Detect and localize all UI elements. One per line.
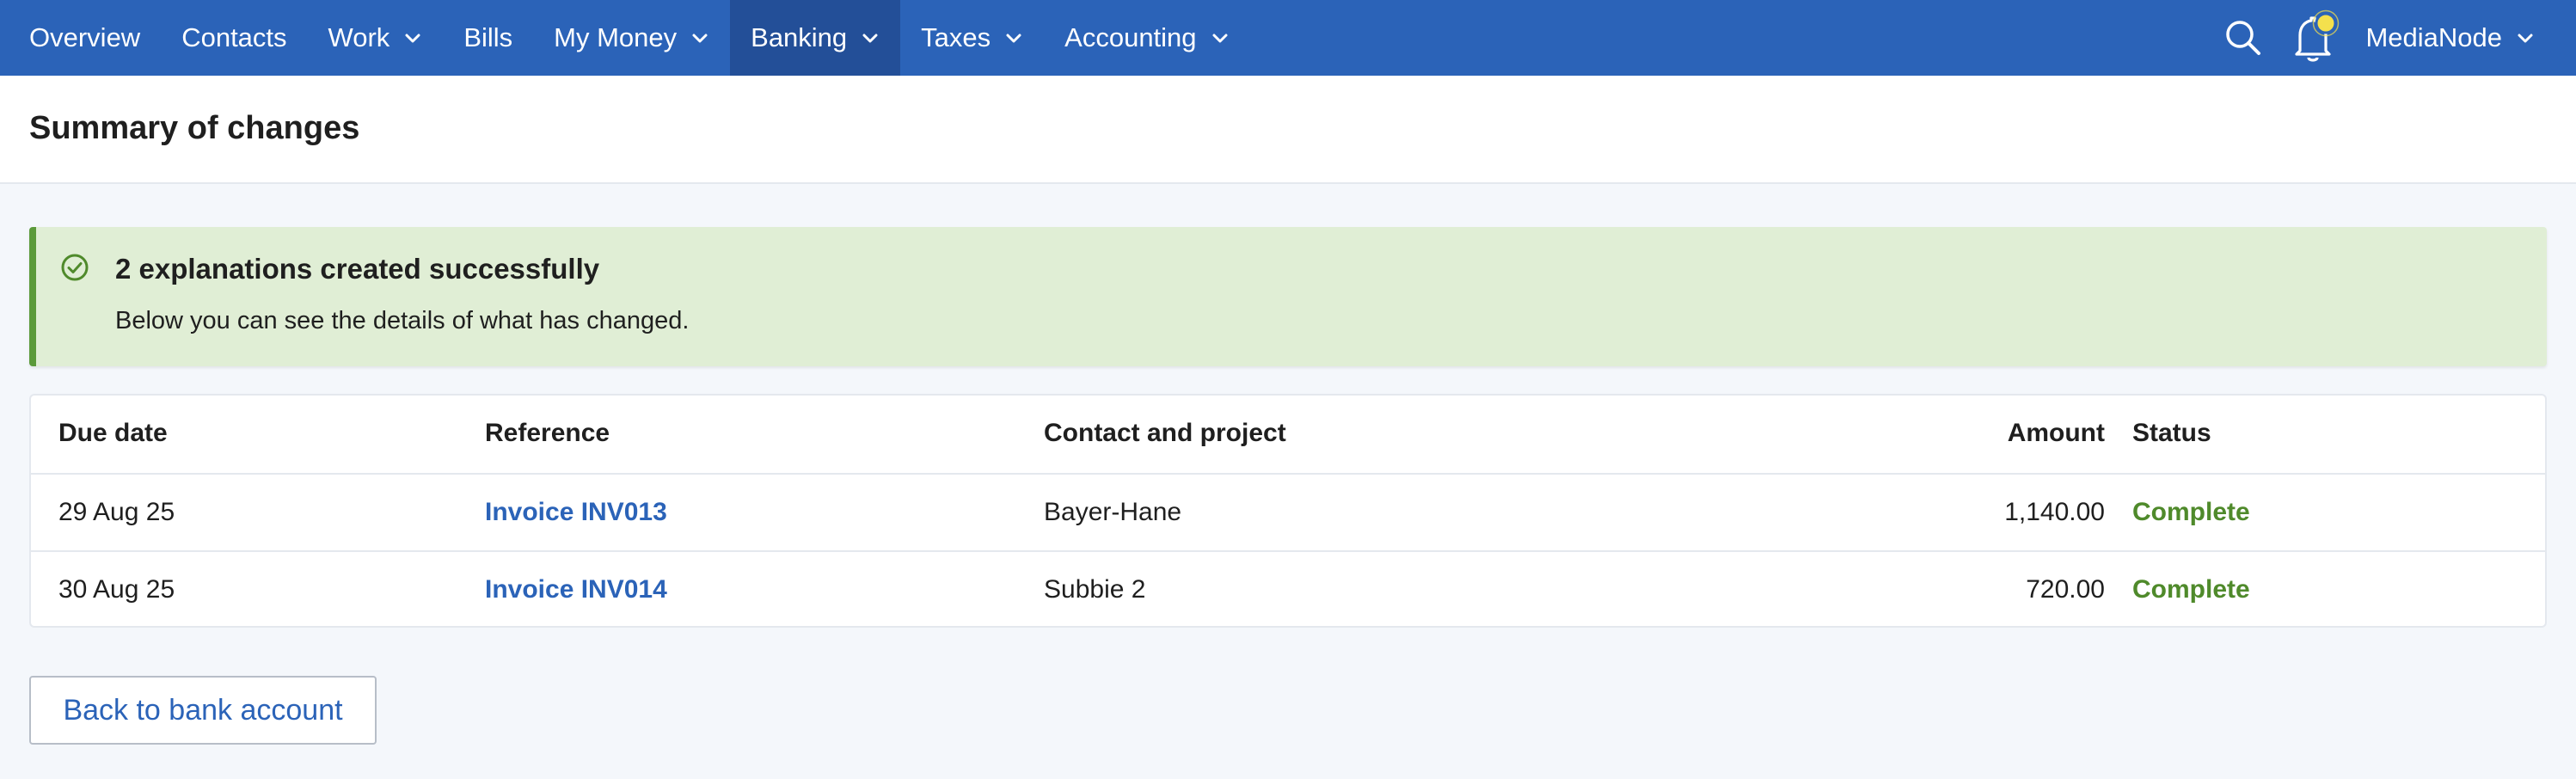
header-due-date[interactable]: Due date: [58, 396, 168, 471]
header-reference[interactable]: Reference: [485, 396, 610, 471]
nav-item-banking[interactable]: Banking: [730, 0, 901, 76]
alert-title: 2 explanations created successfully: [115, 253, 600, 285]
nav-item-label: Taxes: [921, 22, 991, 52]
back-to-bank-account-button[interactable]: Back to bank account: [29, 676, 377, 745]
nav-item-work[interactable]: Work: [308, 0, 444, 76]
nav-item-bills[interactable]: Bills: [443, 0, 533, 76]
search-icon: [2226, 21, 2261, 55]
top-navigation-bar: Overview Contacts Work Bills My Money Ba…: [0, 0, 2576, 76]
contact-cell: Bayer-Hane: [1044, 498, 1182, 526]
status-badge: Complete: [2132, 575, 2250, 604]
nav-item-my-money[interactable]: My Money: [533, 0, 730, 76]
page-title: Summary of changes: [29, 110, 360, 146]
nav-utilities: MediaNode: [2217, 0, 2576, 76]
status-badge: Complete: [2132, 498, 2250, 526]
chevron-down-icon: [405, 34, 420, 43]
header-status[interactable]: Status: [2132, 396, 2211, 471]
nav-item-overview[interactable]: Overview: [9, 0, 161, 76]
invoice-link[interactable]: Invoice INV014: [485, 552, 667, 628]
table-row: 29 Aug 25 Invoice INV013 Bayer-Hane 1,14…: [31, 473, 2545, 550]
table-header-row: Due date Reference Contact and project A…: [31, 396, 2545, 473]
nav-item-label: Accounting: [1064, 22, 1197, 52]
bell-icon: [2295, 9, 2340, 62]
amount-cell: 720.00: [2026, 575, 2105, 604]
nav-item-contacts[interactable]: Contacts: [161, 0, 307, 76]
contact-cell: Subbie 2: [1044, 575, 1146, 604]
header-contact-and-project[interactable]: Contact and project: [1044, 396, 1286, 471]
chevron-down-icon: [862, 34, 878, 43]
due-date-cell: 29 Aug 25: [58, 498, 175, 526]
nav-item-label: Work: [328, 22, 390, 52]
nav-item-label: Contacts: [181, 22, 287, 52]
search-button[interactable]: [2217, 0, 2269, 76]
success-alert: 2 explanations created successfully Belo…: [29, 227, 2547, 366]
account-menu[interactable]: MediaNode: [2340, 0, 2576, 76]
page-header: Summary of changes: [0, 76, 2576, 184]
chevron-down-icon: [2518, 34, 2533, 43]
invoice-link[interactable]: Invoice INV013: [485, 475, 667, 550]
nav-item-label: Bills: [463, 22, 513, 52]
notifications-button[interactable]: [2288, 0, 2340, 76]
nav-item-label: Banking: [751, 22, 848, 52]
nav-item-label: Overview: [29, 22, 141, 52]
header-amount[interactable]: Amount: [2008, 396, 2105, 471]
table-row: 30 Aug 25 Invoice INV014 Subbie 2 720.00…: [31, 550, 2545, 628]
account-name: MediaNode: [2365, 22, 2502, 52]
due-date-cell: 30 Aug 25: [58, 575, 175, 604]
amount-cell: 1,140.00: [2004, 498, 2105, 526]
chevron-down-icon: [1006, 34, 1021, 43]
changes-table: Due date Reference Contact and project A…: [29, 394, 2547, 628]
alert-message: Below you can see the details of what ha…: [115, 307, 690, 334]
chevron-down-icon: [692, 34, 708, 43]
nav-menu: Overview Contacts Work Bills My Money Ba…: [0, 0, 1250, 76]
nav-item-label: My Money: [554, 22, 678, 52]
check-circle-icon: [61, 254, 89, 281]
chevron-down-icon: [1212, 34, 1228, 43]
nav-item-taxes[interactable]: Taxes: [900, 0, 1044, 76]
nav-item-accounting[interactable]: Accounting: [1044, 0, 1249, 76]
